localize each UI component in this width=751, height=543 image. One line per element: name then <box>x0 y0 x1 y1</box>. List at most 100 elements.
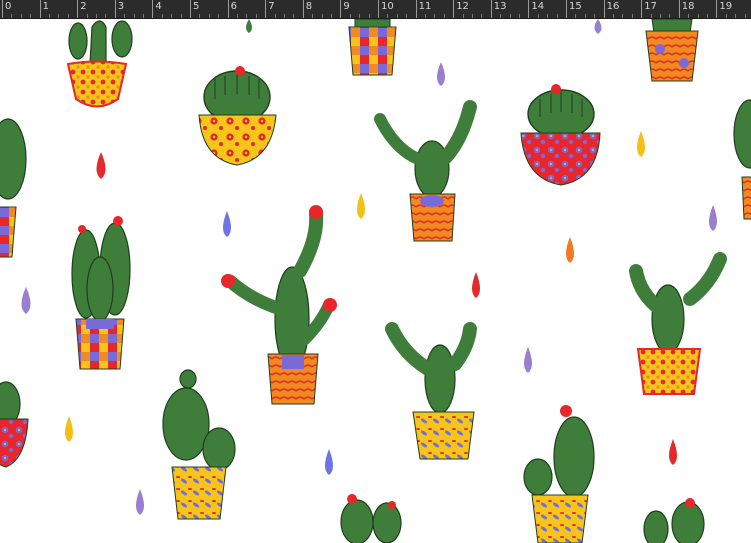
ruler-tick-label: 13 <box>493 1 507 12</box>
ruler-minor-tick <box>735 14 737 18</box>
ruler-minor-tick <box>208 14 210 18</box>
ruler-minor-tick <box>20 14 22 18</box>
ruler-minor-tick <box>312 14 314 18</box>
ruler-major-tick <box>415 0 417 18</box>
ruler-minor-tick <box>368 14 370 18</box>
ruler-minor-tick <box>86 14 88 18</box>
ruler-major-tick <box>2 0 3 18</box>
cactus-plant <box>221 205 337 405</box>
cactus-plant <box>0 118 27 258</box>
ruler-tick-label: 15 <box>569 1 582 12</box>
raindrop-shape <box>566 237 574 263</box>
ruler-major-tick <box>302 0 304 18</box>
ruler-major-tick <box>39 0 41 18</box>
ruler-minor-tick <box>688 14 690 18</box>
cactus-plant <box>198 66 277 166</box>
ruler-tick-label: 6 <box>230 1 237 12</box>
ruler-minor-tick <box>669 14 671 18</box>
ruler-tick-label: 9 <box>343 1 350 12</box>
ruler-tick-label: 18 <box>681 1 695 12</box>
raindrop-shape <box>709 205 717 231</box>
cactus-pattern-artwork <box>0 19 751 543</box>
ruler-minor-tick <box>725 14 727 18</box>
ruler-minor-tick <box>30 14 32 18</box>
raindrop-shape <box>325 449 333 475</box>
ruler-tick-label: 14 <box>531 1 545 12</box>
ruler-minor-tick <box>331 14 332 18</box>
ruler-minor-tick <box>67 14 69 18</box>
ruler-tick-label: 12 <box>456 1 469 12</box>
ruler-tick-label: 5 <box>193 1 200 12</box>
ruler-tick-label: 0 <box>5 1 12 12</box>
raindrop-shape <box>246 19 252 33</box>
ruler-minor-tick <box>547 14 549 18</box>
ruler-minor-tick <box>274 14 276 18</box>
ruler-minor-tick <box>171 14 173 18</box>
ruler-tick-label: 7 <box>268 1 275 12</box>
ruler-minor-tick <box>255 14 257 18</box>
ruler-minor-tick <box>133 14 135 18</box>
ruler-minor-tick <box>556 14 558 18</box>
ruler-minor-tick <box>575 14 577 18</box>
ruler-minor-tick <box>124 14 126 18</box>
ruler-minor-tick <box>58 14 60 18</box>
ruler-tick-label: 11 <box>418 1 432 12</box>
ruler-minor-tick <box>660 14 661 18</box>
cactus-plant <box>645 19 699 82</box>
cactus-plant <box>629 252 727 395</box>
ruler-minor-tick <box>622 14 624 18</box>
cactus-plant <box>385 322 477 460</box>
ruler-minor-tick <box>246 14 248 18</box>
cactus-plant <box>0 381 29 468</box>
ruler-tick-label: 16 <box>606 1 620 12</box>
ruler-minor-tick <box>180 14 182 18</box>
raindrop-shape <box>223 211 231 237</box>
ruler-minor-tick <box>697 14 699 18</box>
ruler-minor-tick <box>293 14 295 18</box>
ruler-major-tick <box>453 0 455 18</box>
ruler-minor-tick <box>481 14 483 18</box>
ruler-tick-label: 10 <box>381 1 394 12</box>
ruler-minor-tick <box>631 14 633 18</box>
ruler-minor-tick <box>143 14 144 18</box>
ruler-major-tick <box>603 0 605 18</box>
raindrop-shape <box>594 19 602 34</box>
ruler-minor-tick <box>49 14 50 18</box>
ruler-minor-tick <box>537 14 539 18</box>
ruler-minor-tick <box>96 14 97 18</box>
ruler-minor-tick <box>237 14 238 18</box>
ruler-major-tick <box>340 0 342 18</box>
ruler-major-tick <box>678 0 680 18</box>
ruler-tick-label: 17 <box>644 1 657 12</box>
ruler-minor-tick <box>284 14 285 18</box>
ruler-minor-tick <box>161 14 163 18</box>
ruler-minor-tick <box>321 14 323 18</box>
ruler-minor-tick <box>387 14 389 18</box>
ruler-minor-tick <box>396 14 398 18</box>
ruler-tick-label: 2 <box>80 1 87 12</box>
ruler-minor-tick <box>443 14 445 18</box>
ruler-minor-tick <box>509 14 511 18</box>
raindrop-shape <box>96 152 106 179</box>
cactus-plant <box>162 369 236 520</box>
ruler-minor-tick <box>500 14 502 18</box>
cactus-plant <box>348 19 397 76</box>
cactus-plant <box>374 100 477 242</box>
cactus-plant <box>643 498 705 543</box>
ruler-minor-tick <box>218 14 220 18</box>
ruler-major-tick <box>265 0 267 18</box>
raindrop-shape <box>65 416 73 442</box>
ruler-tick-label: 8 <box>305 1 313 12</box>
ruler-major-tick <box>152 0 154 18</box>
ruler-major-tick <box>190 0 191 18</box>
ruler-minor-tick <box>584 14 586 18</box>
ruler-minor-tick <box>105 14 107 18</box>
ruler-minor-tick <box>594 14 596 18</box>
raindrop-shape <box>21 287 31 314</box>
ruler-major-tick <box>227 0 229 18</box>
raindrop-shape <box>637 131 645 157</box>
ruler-tick-label: 4 <box>155 1 162 12</box>
ruler-minor-tick <box>472 14 473 18</box>
ruler-major-tick <box>490 0 492 18</box>
ruler-major-tick <box>378 0 379 18</box>
